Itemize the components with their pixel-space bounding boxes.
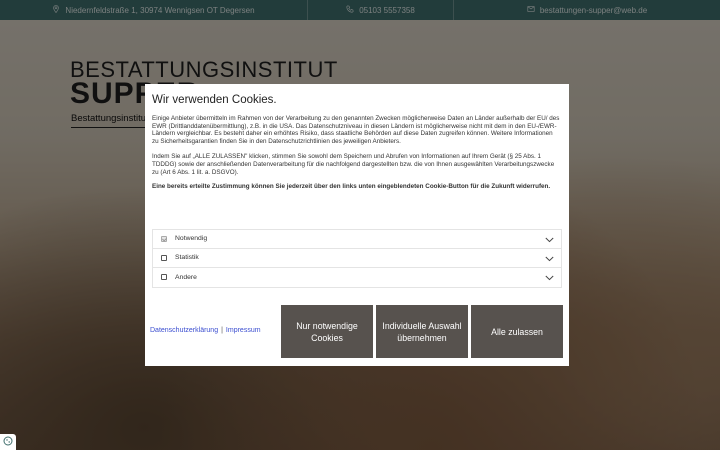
cookie-info-paragraph-1: Einige Anbieter übermitteln im Rahmen vo… — [152, 115, 560, 145]
cookie-category-other[interactable]: Andere — [152, 268, 562, 288]
accept-necessary-button[interactable]: Nur notwendige Cookies — [281, 305, 373, 358]
cookie-category-statistics[interactable]: Statistik — [152, 248, 562, 268]
cookie-category-list: Notwendig Statistik Andere — [152, 229, 562, 288]
statistics-checkbox[interactable] — [161, 254, 167, 261]
cookie-info-paragraph-3: Eine bereits erteilte Zustimmung können … — [152, 183, 551, 191]
cookie-consent-dialog: Wir verwenden Cookies. Einige Anbieter ü… — [145, 84, 569, 366]
chevron-down-icon[interactable] — [545, 249, 554, 267]
link-separator: | — [221, 327, 223, 334]
accept-all-button[interactable]: Alle zulassen — [471, 305, 563, 358]
category-label: Andere — [175, 273, 197, 281]
necessary-checkbox — [161, 235, 167, 242]
category-label: Notwendig — [175, 235, 208, 243]
privacy-policy-link[interactable]: Datenschutzerklärung — [150, 327, 218, 334]
chevron-down-icon[interactable] — [545, 230, 554, 248]
cookie-category-necessary[interactable]: Notwendig — [152, 229, 562, 249]
category-label: Statistik — [175, 254, 199, 262]
cookie-dialog-title: Wir verwenden Cookies. — [152, 94, 277, 106]
other-checkbox[interactable] — [161, 274, 167, 281]
imprint-link[interactable]: Impressum — [226, 327, 261, 334]
cookie-icon — [3, 433, 13, 450]
cookie-info-paragraph-2: Indem Sie auf „ALLE ZULASSEN" klicken, s… — [152, 153, 555, 176]
cookie-settings-button[interactable] — [0, 434, 16, 450]
chevron-down-icon[interactable] — [545, 268, 554, 286]
legal-links: Datenschutzerklärung | Impressum — [150, 327, 261, 334]
accept-selection-button[interactable]: Individuelle Auswahl übernehmen — [376, 305, 468, 358]
